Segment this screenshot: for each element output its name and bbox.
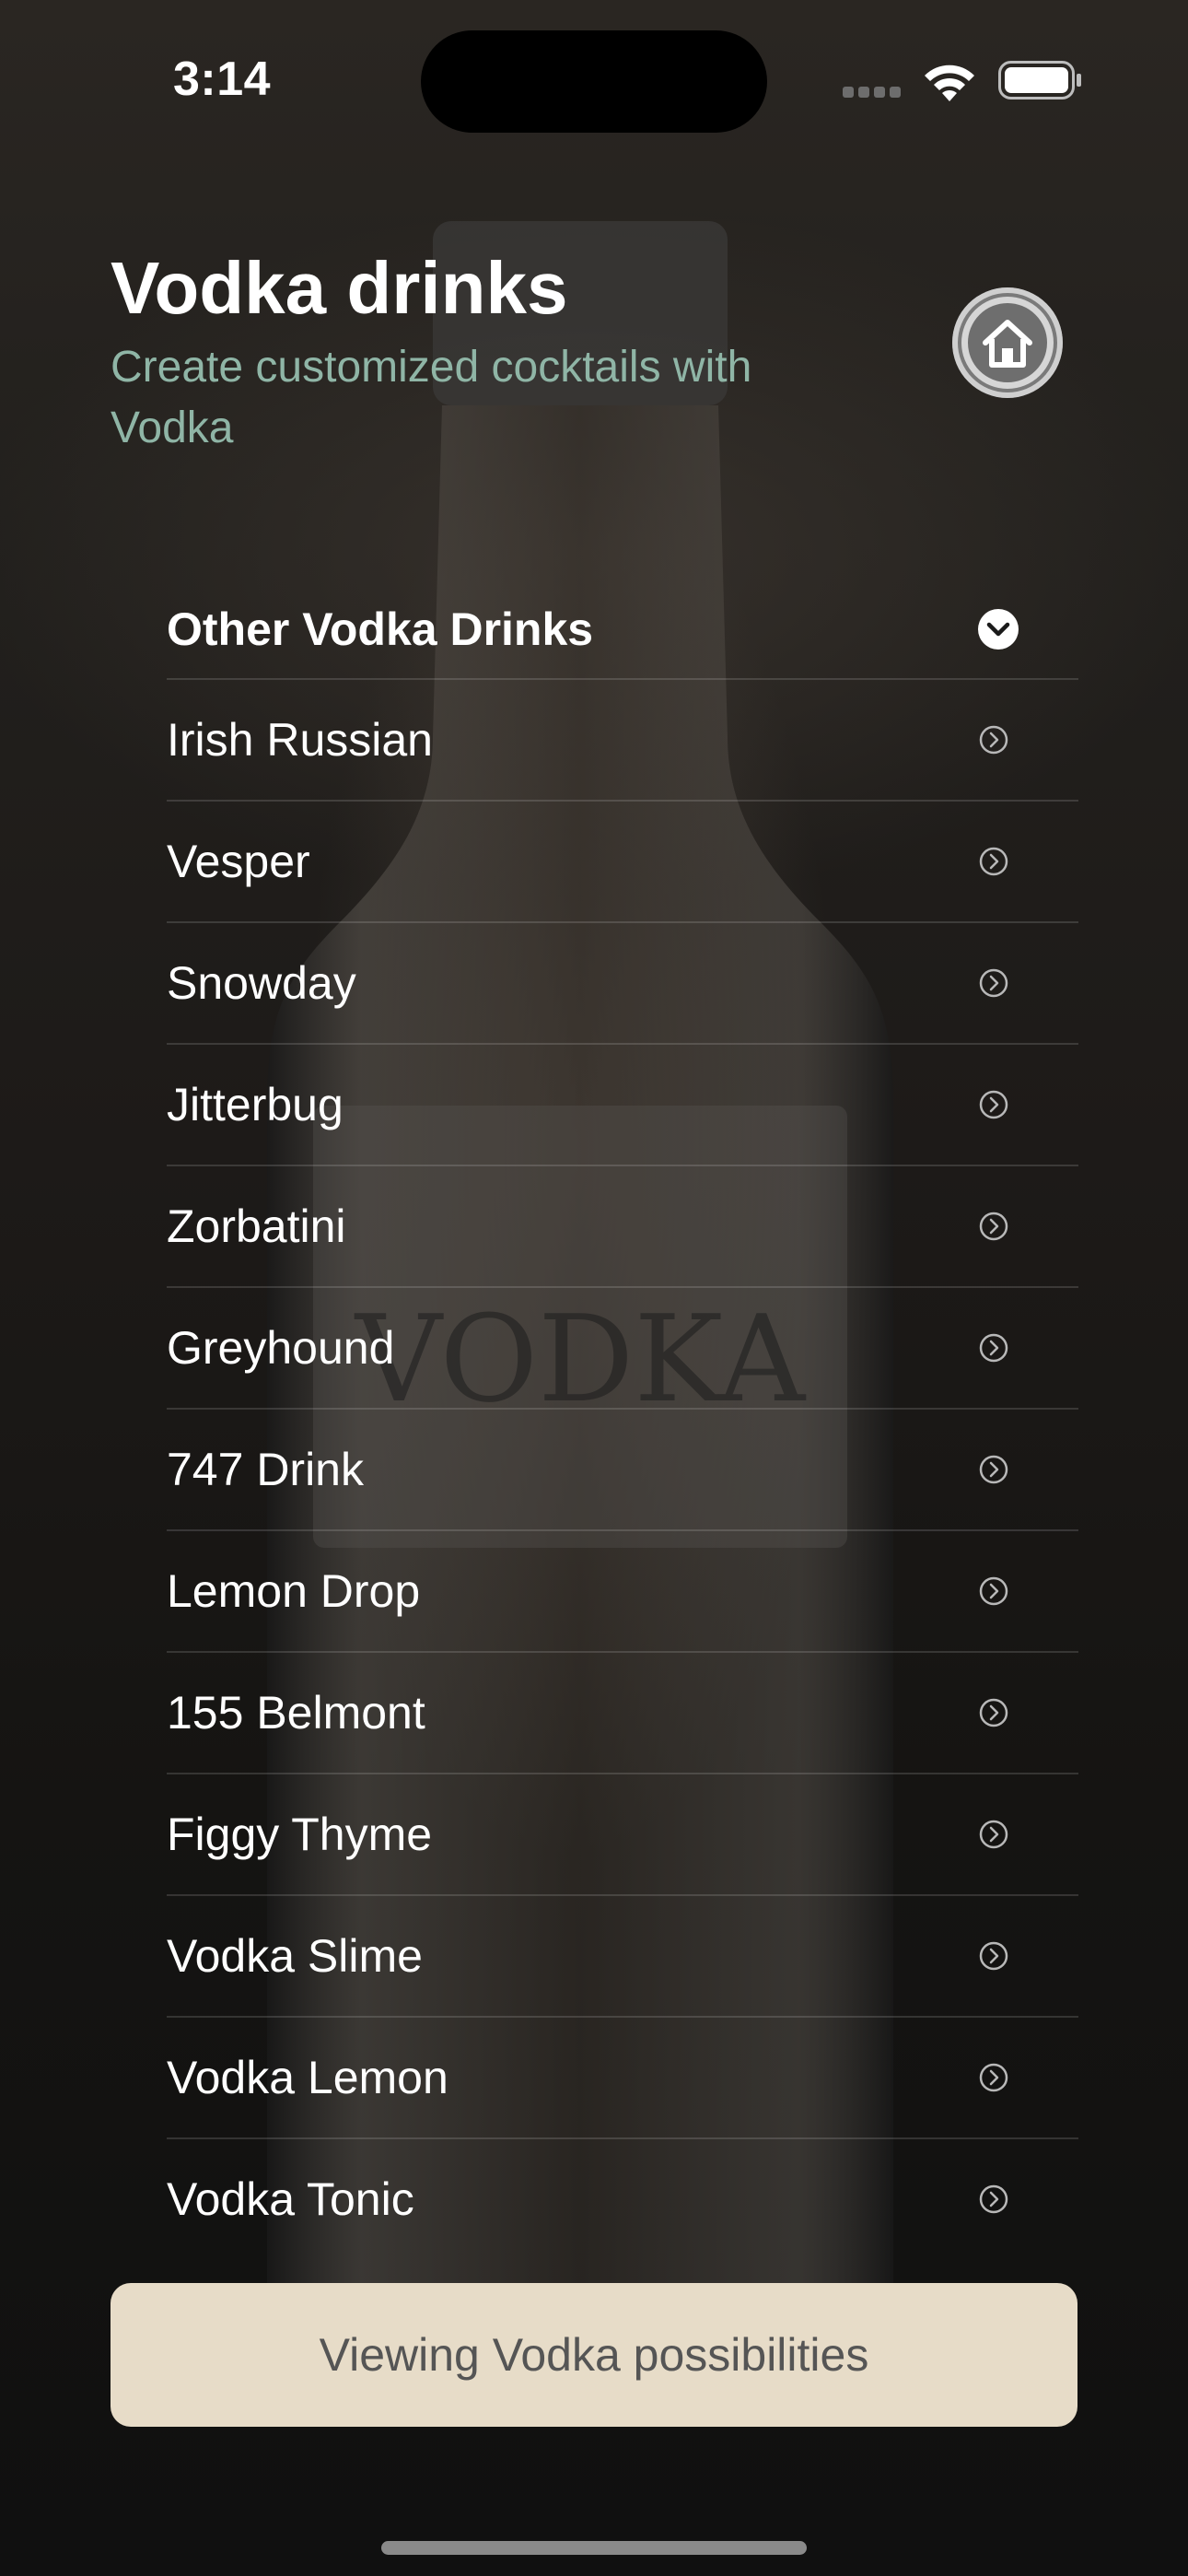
drink-name: 155 Belmont xyxy=(167,1687,425,1739)
chevron-right-circle-icon xyxy=(979,1455,1008,1484)
drink-name: Vodka Tonic xyxy=(167,2173,414,2225)
chevron-right-circle-icon xyxy=(979,847,1008,876)
drink-name: Vesper xyxy=(167,836,310,887)
chevron-right-circle-icon xyxy=(979,725,1008,755)
drink-name: Vodka Lemon xyxy=(167,2052,448,2103)
drink-name: 747 Drink xyxy=(167,1444,364,1495)
chevron-right-circle-icon xyxy=(979,1941,1008,1971)
list-item[interactable]: Figgy Thyme xyxy=(167,1774,1078,1896)
section-label: Other Vodka Drinks xyxy=(167,603,594,655)
drink-name: Snowday xyxy=(167,957,356,1009)
status-time: 3:14 xyxy=(173,53,272,106)
chevron-right-circle-icon xyxy=(979,2063,1008,2092)
chevron-right-circle-icon xyxy=(979,2184,1008,2214)
list-item[interactable]: Vodka Lemon xyxy=(167,2018,1078,2139)
drink-name: Zorbatini xyxy=(167,1200,346,1252)
house-icon xyxy=(983,320,1032,368)
dynamic-island xyxy=(421,30,767,133)
drink-name: Vodka Slime xyxy=(167,1930,423,1982)
home-button[interactable] xyxy=(952,287,1063,398)
drink-name: Jitterbug xyxy=(167,1079,344,1130)
drink-name: Lemon Drop xyxy=(167,1565,421,1617)
wifi-icon xyxy=(921,61,978,103)
chevron-right-circle-icon xyxy=(979,1333,1008,1363)
page-subtitle: Create customized cocktails with Vodka xyxy=(111,343,752,452)
list-item[interactable]: Vesper xyxy=(167,802,1078,923)
home-indicator xyxy=(381,2541,807,2555)
list-item[interactable]: Zorbatini xyxy=(167,1166,1078,1288)
drink-name: Greyhound xyxy=(167,1322,395,1374)
list-item[interactable]: Vodka Slime xyxy=(167,1896,1078,2018)
list-item[interactable]: Irish Russian xyxy=(167,680,1078,802)
drink-list-items: Irish Russian Vesper Snowday Jitterbug Zorba… xyxy=(167,680,1078,2259)
chevron-right-circle-icon xyxy=(979,1090,1008,1119)
app-screen: VODKA 3:14 Vodka drinks Create customize… xyxy=(0,0,1188,2576)
cellular-signal-icon xyxy=(843,86,905,99)
list-item[interactable]: 747 Drink xyxy=(167,1410,1078,1531)
viewing-possibilities-button[interactable]: Viewing Vodka possibilities xyxy=(111,2283,1077,2427)
list-item[interactable]: Vodka Tonic xyxy=(167,2139,1078,2259)
drink-list: Other Vodka Drinks Irish Russian Vesper Sn… xyxy=(167,580,1078,2259)
list-item[interactable]: Jitterbug xyxy=(167,1045,1078,1166)
chevron-right-circle-icon xyxy=(979,1576,1008,1606)
list-item[interactable]: 155 Belmont xyxy=(167,1653,1078,1774)
drink-list-section-header[interactable]: Other Vodka Drinks xyxy=(167,580,1078,680)
page-title: Vodka drinks xyxy=(111,247,568,329)
status-bar: 3:14 xyxy=(0,0,1188,157)
chevron-down-circle-icon xyxy=(978,609,1019,650)
list-item[interactable]: Lemon Drop xyxy=(167,1531,1078,1653)
list-item[interactable]: Snowday xyxy=(167,923,1078,1045)
chevron-right-circle-icon xyxy=(979,1698,1008,1727)
drink-name: Irish Russian xyxy=(167,714,433,766)
drink-name: Figgy Thyme xyxy=(167,1809,433,1860)
list-item[interactable]: Greyhound xyxy=(167,1288,1078,1410)
chevron-right-circle-icon xyxy=(979,968,1008,998)
chevron-right-circle-icon xyxy=(979,1820,1008,1849)
battery-icon xyxy=(998,61,1083,100)
chevron-right-circle-icon xyxy=(979,1212,1008,1241)
